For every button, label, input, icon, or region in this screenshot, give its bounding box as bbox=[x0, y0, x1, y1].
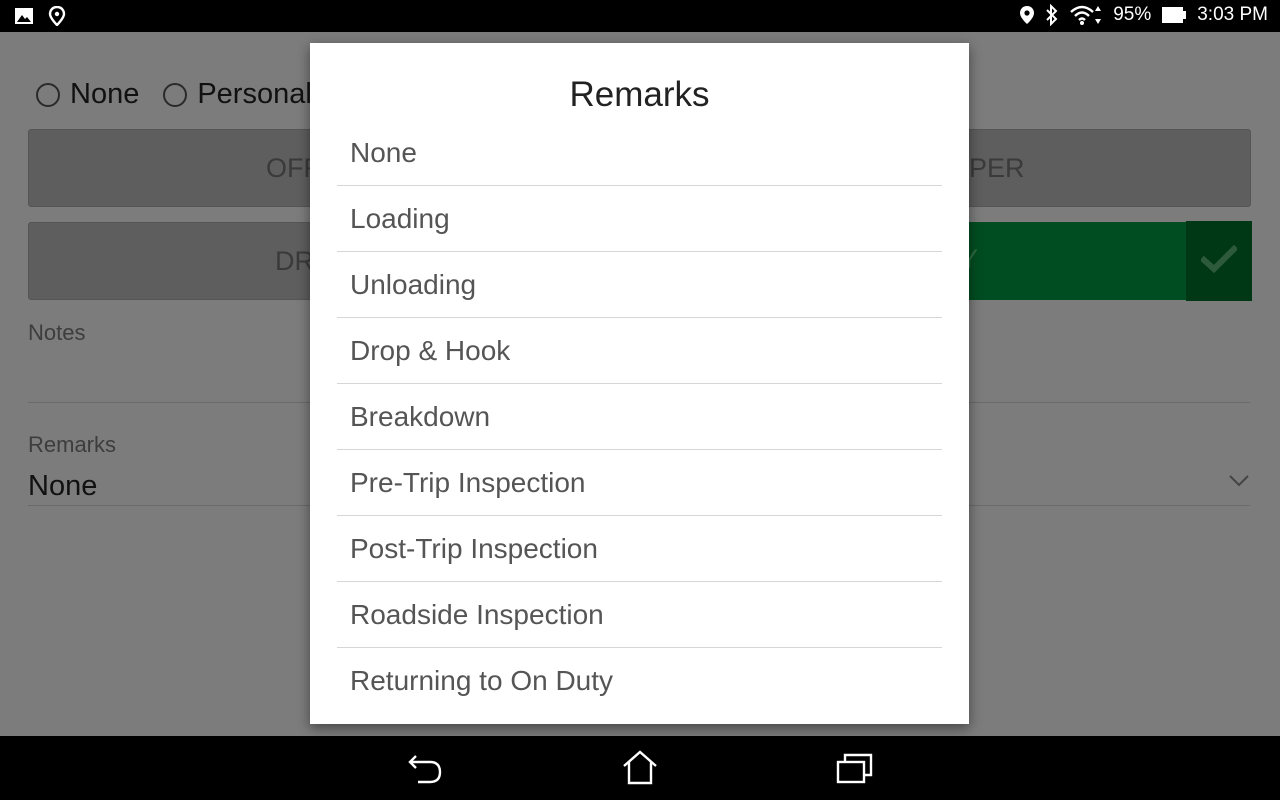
radio-none[interactable]: None bbox=[36, 78, 139, 111]
option-post-trip-inspection[interactable]: Post-Trip Inspection bbox=[337, 516, 942, 582]
image-icon bbox=[14, 6, 34, 26]
location-icon bbox=[1019, 5, 1035, 25]
remarks-dialog: Remarks None Loading Unloading Drop & Ho… bbox=[310, 43, 969, 724]
option-pre-trip-inspection[interactable]: Pre-Trip Inspection bbox=[337, 450, 942, 516]
radio-personal[interactable]: Personal bbox=[163, 78, 312, 111]
chevron-down-icon[interactable] bbox=[1228, 474, 1250, 493]
navigation-bar bbox=[0, 736, 1280, 800]
option-none[interactable]: None bbox=[337, 120, 942, 186]
driving-label: DR bbox=[275, 245, 314, 276]
battery-percent: 95% bbox=[1113, 4, 1152, 25]
home-icon[interactable] bbox=[621, 750, 659, 791]
radio-circle bbox=[36, 82, 60, 107]
option-unloading[interactable]: Unloading bbox=[337, 252, 942, 318]
option-drop-and-hook[interactable]: Drop & Hook bbox=[337, 318, 942, 384]
back-icon[interactable] bbox=[406, 750, 444, 791]
notes-label: Notes bbox=[28, 320, 86, 345]
radio-label: None bbox=[70, 78, 140, 110]
radio-circle bbox=[163, 82, 188, 107]
remarks-select-value[interactable]: None bbox=[28, 470, 97, 503]
location-pin-notification-icon bbox=[48, 6, 66, 26]
radio-label: Personal bbox=[197, 78, 312, 110]
remarks-option-list: None Loading Unloading Drop & Hook Break… bbox=[337, 120, 942, 714]
confirm-button[interactable] bbox=[1186, 221, 1252, 301]
clock: 3:03 PM bbox=[1197, 4, 1268, 25]
recents-icon[interactable] bbox=[836, 750, 874, 791]
on-duty-button[interactable]: Y bbox=[960, 222, 1186, 300]
option-roadside-inspection[interactable]: Roadside Inspection bbox=[337, 582, 942, 648]
status-bar: 95% 3:03 PM bbox=[0, 0, 1280, 32]
option-breakdown[interactable]: Breakdown bbox=[337, 384, 942, 450]
sleeper-label: PER bbox=[969, 152, 1025, 183]
duty-type-radio-group: None Personal bbox=[36, 78, 312, 111]
bluetooth-icon bbox=[1045, 4, 1059, 26]
option-returning-to-on-duty[interactable]: Returning to On Duty bbox=[337, 648, 942, 714]
wifi-icon bbox=[1069, 4, 1103, 26]
battery-icon bbox=[1161, 5, 1187, 25]
checkmark-icon bbox=[1199, 244, 1239, 278]
option-loading[interactable]: Loading bbox=[337, 186, 942, 252]
remarks-label: Remarks bbox=[28, 432, 117, 457]
dialog-title: Remarks bbox=[569, 75, 710, 114]
